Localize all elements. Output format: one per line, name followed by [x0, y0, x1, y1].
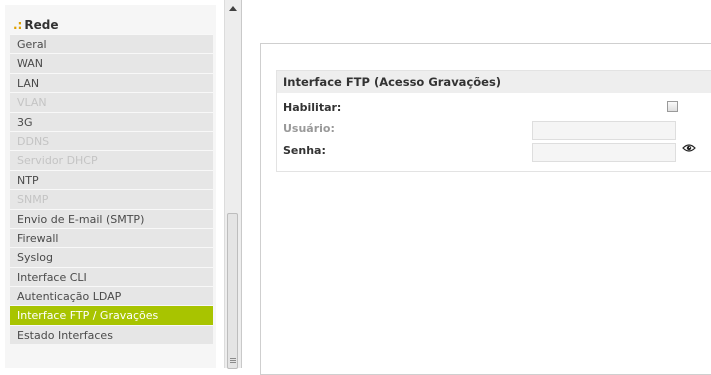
sidebar-item-geral[interactable]: Geral: [10, 34, 213, 54]
eye-icon[interactable]: [682, 143, 696, 153]
ftp-settings-panel: Interface FTP (Acesso Gravações) Habilit…: [276, 70, 711, 172]
sidebar-item-interface-ftp-gravacoes[interactable]: Interface FTP / Gravações: [10, 305, 213, 325]
sidebar-item-ntp[interactable]: NTP: [10, 169, 213, 190]
sidebar-item-firewall[interactable]: Firewall: [10, 227, 213, 248]
sidebar-item-servidor-dhcp: Servidor DHCP: [10, 150, 213, 170]
sidebar-item-ddns: DDNS: [10, 130, 213, 151]
sidebar-item-3g[interactable]: 3G: [10, 111, 213, 131]
enable-label: Habilitar:: [283, 101, 342, 114]
sidebar-item-vlan: VLAN: [10, 92, 213, 112]
content-frame: Interface FTP (Acesso Gravações) Habilit…: [260, 43, 711, 375]
sidebar-scrollbar[interactable]: [224, 0, 241, 369]
bullet-icon: .:: [13, 18, 23, 32]
scrollbar-thumb[interactable]: [227, 213, 238, 369]
sidebar-item-syslog[interactable]: Syslog: [10, 247, 213, 267]
sidebar-item-estado-interfaces[interactable]: Estado Interfaces: [10, 324, 213, 345]
password-label: Senha:: [283, 144, 326, 157]
sidebar-item-envio-de-e-mail-smtp[interactable]: Envio de E-mail (SMTP): [10, 208, 213, 228]
password-input[interactable]: [532, 143, 676, 162]
panel-title: Interface FTP (Acesso Gravações): [277, 71, 711, 93]
sidebar-item-wan[interactable]: WAN: [10, 53, 213, 73]
grip-line: [230, 362, 236, 363]
sidebar-item-snmp: SNMP: [10, 189, 213, 209]
sidebar-item-lan[interactable]: LAN: [10, 72, 213, 93]
sidebar: .: Rede Geral WAN LAN VLAN 3G DDNS Servidor DHC…: [0, 0, 223, 368]
grip-line: [230, 360, 236, 361]
sidebar-menu: Geral WAN LAN VLAN 3G DDNS Servidor DHCP NTP SNM…: [10, 34, 213, 345]
user-input[interactable]: [532, 121, 676, 140]
sidebar-header-label: Rede: [24, 18, 59, 32]
enable-checkbox[interactable]: [667, 101, 678, 112]
sidebar-item-autenticacao-ldap[interactable]: Autenticação LDAP: [10, 286, 213, 306]
main-content: Interface FTP (Acesso Gravações) Habilit…: [242, 0, 711, 375]
sidebar-header: .: Rede: [13, 15, 58, 35]
sidebar-item-interface-cli[interactable]: Interface CLI: [10, 266, 213, 287]
user-label: Usuário:: [283, 122, 335, 135]
scroll-up-arrow-icon[interactable]: [229, 6, 237, 11]
grip-line: [230, 358, 236, 359]
